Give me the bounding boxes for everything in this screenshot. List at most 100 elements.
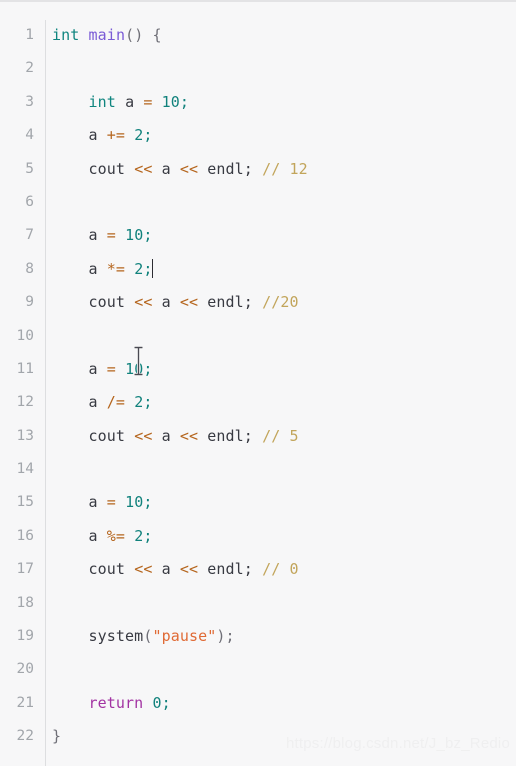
code-token: 10 — [161, 92, 180, 111]
code-line-text[interactable] — [43, 653, 516, 686]
code-line[interactable]: 19 system("pause"); — [0, 620, 516, 653]
code-line[interactable]: 10 — [0, 320, 516, 353]
line-number: 9 — [25, 294, 34, 311]
code-token: ; — [143, 259, 153, 278]
code-line-text[interactable]: cout << a << endl; // 5 — [43, 420, 516, 453]
code-token: 2 — [134, 259, 144, 278]
line-number: 10 — [16, 327, 34, 344]
code-line-text[interactable]: system("pause"); — [43, 620, 516, 653]
code-line[interactable]: 13 cout << a << endl; // 5 — [0, 420, 516, 453]
code-line-text[interactable]: int main() { — [43, 19, 516, 52]
line-number: 5 — [25, 160, 34, 177]
code-line-text[interactable]: a = 10; — [43, 219, 516, 252]
line-number: 15 — [16, 494, 34, 511]
line-number: 22 — [16, 728, 34, 745]
code-token: a — [52, 226, 107, 245]
code-line-text[interactable]: return 0; — [43, 687, 516, 720]
code-token: *= — [106, 259, 126, 278]
code-line[interactable]: 15 a = 10; — [0, 486, 516, 519]
code-line[interactable]: 21 return 0; — [0, 687, 516, 720]
code-token: 0 — [152, 693, 162, 712]
code-token: ); — [216, 627, 235, 646]
code-line-text[interactable] — [43, 52, 516, 85]
code-line-text[interactable]: a /= 2; — [43, 386, 516, 419]
code-token: = — [106, 493, 116, 512]
code-line[interactable]: 9 cout << a << endl; //20 — [0, 286, 516, 319]
code-line-text[interactable]: a *= 2; — [43, 253, 516, 286]
code-token: ; — [143, 393, 153, 412]
code-line[interactable]: 20 — [0, 653, 516, 686]
code-token: main — [88, 26, 126, 44]
code-token: /= — [106, 393, 126, 412]
code-token: } — [52, 727, 62, 746]
code-token: int — [52, 26, 80, 44]
code-line-text[interactable]: a += 2; — [43, 119, 516, 152]
code-line-text[interactable]: cout << a << endl; //20 — [43, 286, 516, 319]
code-token: endl; — [198, 293, 253, 312]
code-line[interactable]: 5 cout << a << endl; // 12 — [0, 153, 516, 186]
code-line[interactable]: 12 a /= 2; — [0, 386, 516, 419]
code-line[interactable]: 18 — [0, 587, 516, 620]
code-line-text[interactable]: a %= 2; — [43, 520, 516, 553]
code-line-text[interactable] — [43, 587, 516, 620]
code-token: a — [52, 526, 107, 545]
code-line[interactable]: 17 cout << a << endl; // 0 — [0, 553, 516, 586]
code-lines[interactable]: 1 int main() {2 3 int a = 10; 4 a += 2; 5 c… — [0, 19, 516, 754]
code-line[interactable]: 8 a *= 2; — [0, 253, 516, 286]
code-line-text[interactable]: int a = 10; — [43, 86, 516, 119]
code-line[interactable]: 2 — [0, 52, 516, 85]
code-token: endl; — [198, 560, 253, 579]
code-token: a — [52, 493, 107, 512]
code-line[interactable]: 1 int main() { — [0, 19, 516, 52]
code-token: 2 — [134, 526, 144, 545]
line-number: 12 — [16, 394, 34, 411]
code-line-text[interactable]: a = 10; — [43, 486, 516, 519]
line-number: 2 — [25, 60, 34, 77]
code-line[interactable]: 7 a = 10; — [0, 219, 516, 252]
code-line-text[interactable] — [43, 453, 516, 486]
code-editor[interactable]: 1 int main() {2 3 int a = 10; 4 a += 2; 5 c… — [0, 0, 516, 766]
code-token: << — [134, 426, 153, 445]
code-token: << — [134, 293, 153, 312]
code-line[interactable]: 14 — [0, 453, 516, 486]
code-line-text[interactable]: a = 10; — [43, 353, 516, 386]
code-scroll-area[interactable]: 1 int main() {2 3 int a = 10; 4 a += 2; 5 c… — [0, 2, 516, 754]
code-token: ; — [143, 526, 153, 545]
code-line[interactable]: 3 int a = 10; — [0, 86, 516, 119]
code-token: // 0 — [262, 560, 299, 579]
line-number: 14 — [16, 461, 34, 478]
code-token: ; — [143, 359, 153, 378]
code-token: << — [179, 293, 199, 312]
code-line-text[interactable] — [43, 320, 516, 353]
line-number: 7 — [25, 227, 34, 244]
code-line-text[interactable] — [43, 186, 516, 219]
code-line[interactable]: 4 a += 2; — [0, 119, 516, 152]
line-number: 13 — [16, 427, 34, 444]
line-number: 21 — [16, 694, 34, 711]
code-token: return — [88, 693, 144, 712]
line-number: 1 — [25, 27, 34, 43]
code-line[interactable]: 6 — [0, 186, 516, 219]
code-line-text[interactable]: cout << a << endl; // 12 — [43, 153, 516, 186]
code-token: a — [152, 426, 180, 445]
code-token: //20 — [262, 293, 299, 312]
line-number: 3 — [25, 93, 34, 110]
code-token: a — [52, 359, 107, 378]
code-token: << — [134, 159, 153, 178]
code-line[interactable]: 16 a %= 2; — [0, 520, 516, 553]
code-token: ; — [143, 226, 153, 245]
line-number: 18 — [16, 594, 34, 611]
code-token: 10 — [125, 226, 144, 245]
code-token: a — [52, 126, 107, 145]
code-token: << — [179, 426, 199, 445]
code-line[interactable]: 11 a = 10; — [0, 353, 516, 386]
code-line-text[interactable]: cout << a << endl; // 0 — [43, 553, 516, 586]
